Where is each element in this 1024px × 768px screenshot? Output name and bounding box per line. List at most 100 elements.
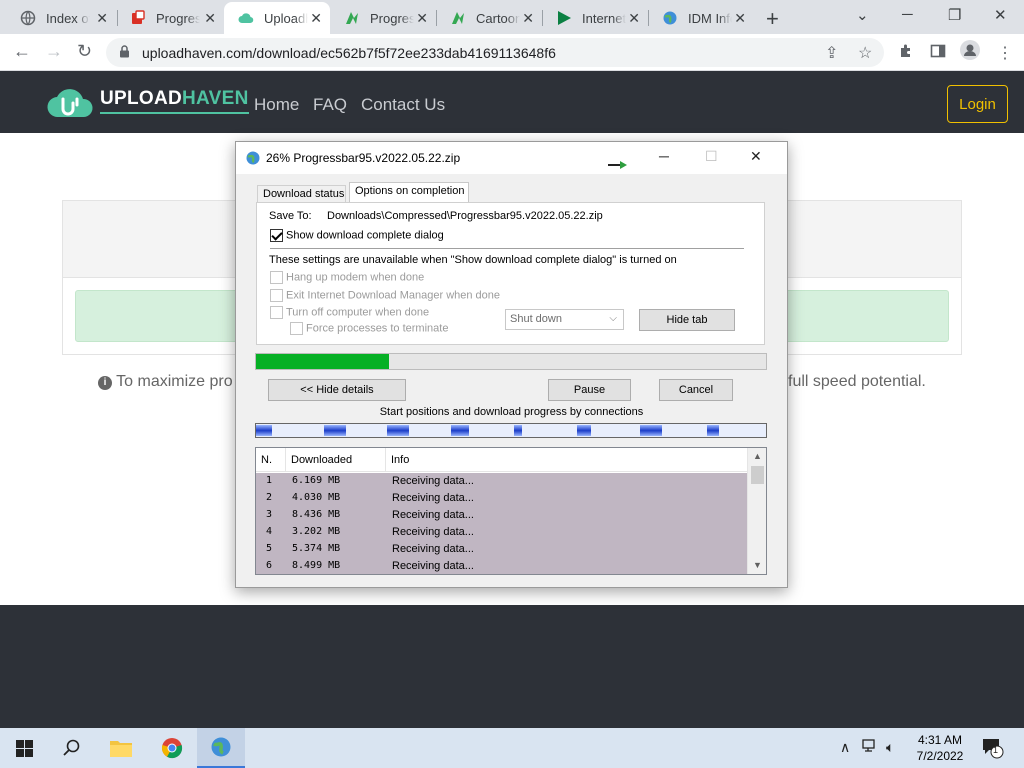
checkbox-checked[interactable] (270, 229, 283, 242)
file-explorer-button[interactable] (97, 728, 145, 768)
connection-segment (387, 425, 409, 436)
turn-off-checkbox[interactable]: Turn off computer when done (270, 306, 429, 319)
close-icon[interactable]: ✕ (310, 10, 322, 27)
close-icon[interactable]: ✕ (628, 10, 640, 27)
close-icon[interactable]: ✕ (204, 10, 216, 27)
nav-home-link[interactable]: Home (254, 95, 299, 115)
force-processes-checkbox[interactable]: Force processes to terminate (290, 322, 448, 335)
info-notice-right: full speed potential. (788, 373, 926, 390)
table-row[interactable]: 5 5.374 MB Receiving data... (256, 541, 747, 558)
dialog-title-bar[interactable]: 26% Progressbar95.v2022.05.22.zip ─ ☐ ✕ (236, 142, 787, 174)
back-arrow-icon[interactable]: ← (13, 41, 31, 62)
cell-downloaded: 8.499 MB (292, 560, 341, 571)
cell-n: 1 (266, 475, 273, 486)
dialog-close-button[interactable]: ✕ (750, 148, 762, 165)
checkbox-disabled[interactable] (270, 271, 283, 284)
browser-tab-internet[interactable]: Internet ✕ (542, 2, 648, 34)
connection-segment (707, 425, 719, 436)
list-scrollbar[interactable]: ▲ ▼ (747, 448, 766, 574)
hide-tab-button[interactable]: Hide tab (639, 309, 735, 331)
profile-avatar-icon[interactable] (960, 40, 980, 65)
logo-wordmark: UPLOADHAVEN (100, 88, 249, 114)
tab-download-status[interactable]: Download status (257, 185, 346, 203)
scrollbar-thumb[interactable] (751, 466, 764, 484)
nav-faq-link[interactable]: FAQ (313, 95, 347, 115)
side-panel-icon[interactable] (930, 43, 946, 64)
table-row[interactable]: 2 4.030 MB Receiving data... (256, 490, 747, 507)
notification-count: 1 (993, 745, 999, 755)
notification-center-button[interactable]: 1 (982, 737, 1004, 762)
nav-contact-link[interactable]: Contact Us (361, 95, 445, 115)
new-tab-button[interactable]: + (766, 6, 779, 32)
idm-taskbar-button[interactable] (197, 728, 245, 768)
shutdown-select[interactable]: Shut down ⌵ (505, 309, 624, 330)
close-icon[interactable]: ✕ (734, 10, 746, 27)
idm-globe-icon (662, 10, 678, 26)
dialog-title: 26% Progressbar95.v2022.05.22.zip (266, 151, 461, 165)
scroll-down-icon[interactable]: ▼ (753, 560, 762, 570)
hang-up-label: Hang up modem when done (286, 271, 425, 284)
table-row[interactable]: 4 3.202 MB Receiving data... (256, 524, 747, 541)
lock-icon[interactable] (119, 44, 130, 61)
checkbox-disabled[interactable] (270, 306, 283, 319)
browser-tab-index[interactable]: Index of ✕ (6, 2, 116, 34)
tab-label: Index of (46, 10, 90, 26)
clock-time: 4:31 AM (917, 733, 963, 747)
browser-toolbar: ← → ↻ uploadhaven.com/download/ec562b7f5… (0, 34, 1024, 71)
tab-search-chevron-icon[interactable]: ⌄ (856, 6, 869, 24)
kebab-menu-icon[interactable]: ⋮ (997, 43, 1013, 63)
restore-button[interactable]: ❐ (948, 6, 961, 24)
arrow-progress-icon (608, 156, 628, 172)
green-leaf-icon (344, 10, 360, 26)
table-row[interactable]: 3 8.436 MB Receiving data... (256, 507, 747, 524)
column-header-downloaded[interactable]: Downloaded (286, 448, 386, 472)
network-icon[interactable] (862, 739, 878, 756)
close-window-button[interactable]: ✕ (994, 6, 1007, 24)
browser-tab-progress[interactable]: Progress ✕ (330, 2, 436, 34)
pause-button[interactable]: Pause (548, 379, 631, 401)
chrome-button[interactable] (148, 728, 196, 768)
minimize-button[interactable]: ─ (902, 6, 913, 23)
browser-tab-progress-pdf[interactable]: Progress ✕ (116, 2, 224, 34)
table-row[interactable]: 6 8.499 MB Receiving data... (256, 558, 747, 574)
tab-options-on-completion[interactable]: Options on completion (349, 182, 469, 203)
search-button[interactable] (48, 728, 96, 768)
checkbox-disabled[interactable] (290, 322, 303, 335)
column-header-info[interactable]: Info (386, 448, 747, 472)
chevron-up-icon[interactable]: ∧ (840, 739, 850, 756)
hide-details-button[interactable]: << Hide details (268, 379, 406, 401)
show-complete-label: Show download complete dialog (286, 229, 444, 242)
extensions-puzzle-icon[interactable] (898, 43, 914, 64)
divider (270, 248, 744, 249)
connection-segment (324, 425, 346, 436)
browser-tab-cartoon[interactable]: Cartoon ✕ (436, 2, 542, 34)
share-icon[interactable]: ⇪ (825, 43, 838, 63)
scroll-up-icon[interactable]: ▲ (753, 451, 762, 461)
forward-arrow-icon[interactable]: → (45, 41, 63, 62)
close-icon[interactable]: ✕ (522, 10, 534, 27)
system-clock[interactable]: 4:31 AM 7/2/2022 (910, 732, 970, 764)
browser-tab-uploadhaven[interactable]: Uploadhaven ✕ (224, 2, 330, 34)
bookmark-star-icon[interactable]: ☆ (858, 43, 872, 63)
table-row[interactable]: 1 6.169 MB Receiving data... (256, 473, 747, 490)
address-bar[interactable]: uploadhaven.com/download/ec562b7f5f72ee2… (106, 38, 884, 67)
dialog-minimize-button[interactable]: ─ (659, 148, 669, 164)
connection-segment (451, 425, 469, 436)
site-logo[interactable]: UPLOADHAVEN (46, 81, 249, 121)
exit-idm-checkbox[interactable]: Exit Internet Download Manager when done (270, 289, 500, 302)
browser-tab-idm-info[interactable]: IDM Info ✕ (648, 2, 754, 34)
start-button[interactable] (0, 728, 48, 768)
hang-up-checkbox[interactable]: Hang up modem when done (270, 271, 424, 284)
login-button[interactable]: Login (947, 85, 1008, 123)
volume-icon[interactable]: 🔈︎ (886, 739, 894, 756)
column-header-n[interactable]: N. (256, 448, 286, 472)
cell-n: 2 (266, 492, 273, 503)
list-body: 1 6.169 MB Receiving data... 2 4.030 MB Recei… (256, 473, 747, 574)
checkbox-disabled[interactable] (270, 289, 283, 302)
reload-icon[interactable]: ↻ (77, 41, 92, 62)
close-icon[interactable]: ✕ (416, 10, 428, 27)
close-icon[interactable]: ✕ (96, 10, 108, 27)
show-complete-checkbox[interactable]: Show download complete dialog (270, 229, 444, 242)
dialog-maximize-button[interactable]: ☐ (705, 148, 718, 165)
cancel-button[interactable]: Cancel (659, 379, 733, 401)
